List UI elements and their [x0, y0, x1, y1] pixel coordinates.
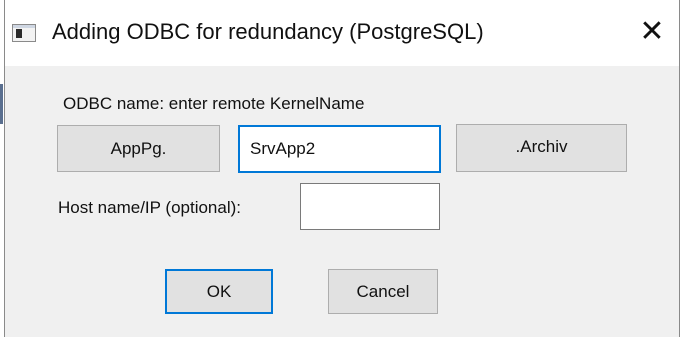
- cancel-button-label: Cancel: [356, 281, 410, 301]
- odbc-name-input[interactable]: SrvApp2: [238, 125, 441, 173]
- odbc-suffix-button-label: .Archiv: [515, 137, 568, 156]
- ok-button[interactable]: OK: [165, 269, 273, 314]
- dialog-window: Adding ODBC for redundancy (PostgreSQL) …: [0, 0, 684, 337]
- window-icon-bar: [13, 25, 35, 28]
- ok-button-label: OK: [206, 281, 232, 301]
- odbc-prefix-button-label: AppPg.: [110, 138, 167, 158]
- host-name-input[interactable]: [300, 183, 440, 230]
- odbc-name-label: ODBC name: enter remote KernelName: [63, 94, 365, 113]
- close-icon[interactable]: ✕: [630, 12, 674, 52]
- window-icon: [12, 24, 36, 42]
- window-border-right: [679, 0, 680, 337]
- odbc-suffix-button[interactable]: .Archiv: [456, 124, 627, 172]
- odbc-prefix-button[interactable]: AppPg.: [57, 125, 220, 172]
- window-title: Adding ODBC for redundancy (PostgreSQL): [52, 19, 484, 44]
- host-name-label: Host name/IP (optional):: [58, 198, 241, 217]
- window-icon-block: [16, 29, 22, 38]
- odbc-name-value: SrvApp2: [250, 139, 316, 158]
- background-window-edge: [0, 84, 3, 124]
- cancel-button[interactable]: Cancel: [328, 269, 438, 314]
